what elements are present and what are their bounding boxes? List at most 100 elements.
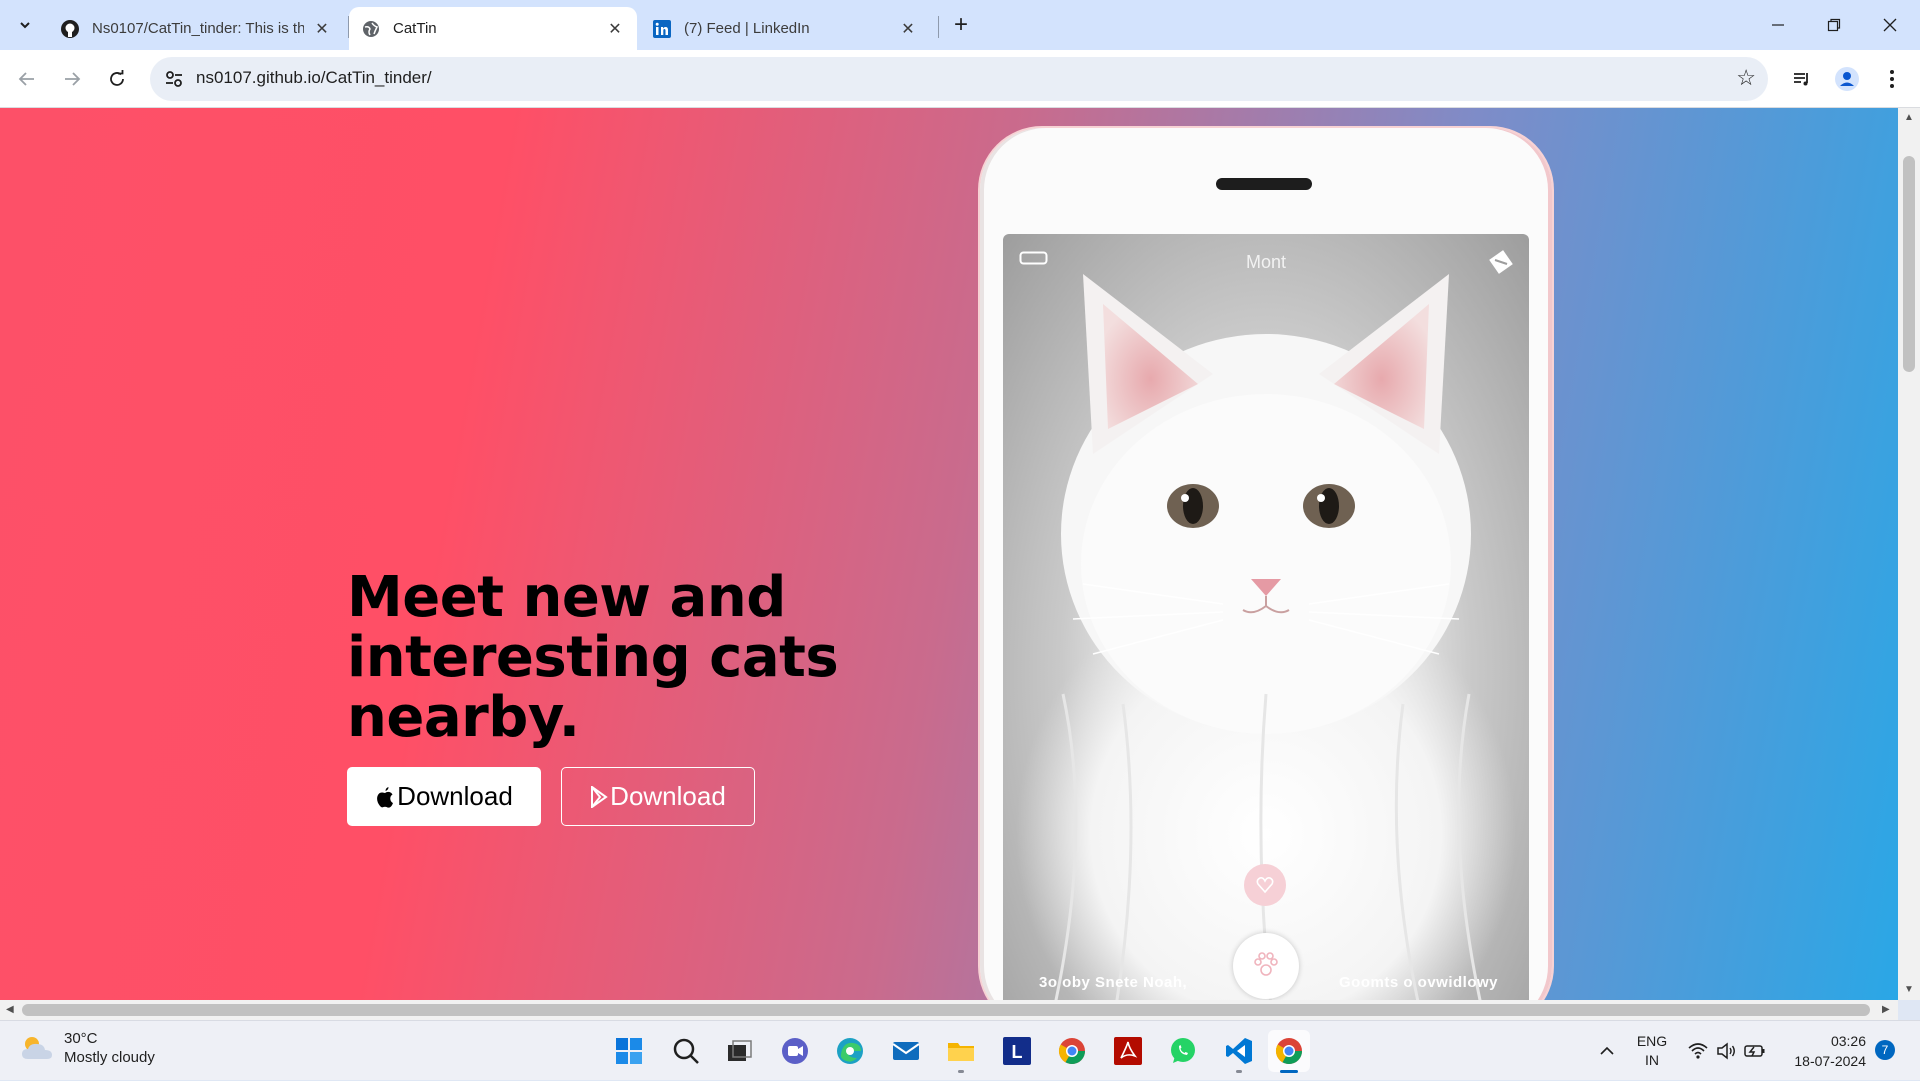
taskbar-search[interactable] bbox=[665, 1030, 707, 1072]
close-icon[interactable]: ✕ bbox=[898, 19, 918, 39]
whatsapp-icon bbox=[1171, 1038, 1195, 1063]
tab-title: CatTin bbox=[393, 20, 437, 37]
playlist-icon bbox=[1794, 73, 1808, 86]
hero-section: Meet new and interesting cats nearby. Do… bbox=[0, 108, 1898, 1000]
phone-speaker bbox=[1216, 178, 1312, 190]
avatar-icon bbox=[1835, 67, 1859, 91]
back-button[interactable] bbox=[10, 62, 44, 96]
diamond-icon[interactable] bbox=[1487, 248, 1515, 276]
weather-condition: Mostly cloudy bbox=[64, 1049, 155, 1066]
vscode-icon bbox=[1226, 1038, 1252, 1064]
reload-icon bbox=[110, 70, 124, 86]
vertical-scrollbar[interactable]: ▲ ▼ bbox=[1898, 108, 1920, 1000]
linkedin-icon bbox=[652, 19, 672, 39]
file-explorer-icon bbox=[948, 1043, 974, 1061]
chrome-button[interactable] bbox=[1051, 1030, 1093, 1072]
ios-download-button[interactable]: Download bbox=[347, 767, 541, 826]
scroll-up-icon[interactable]: ▲ bbox=[1904, 112, 1914, 123]
task-view-button[interactable] bbox=[718, 1030, 760, 1072]
wifi-icon bbox=[1688, 1043, 1708, 1059]
browser-toolbar: ns0107.github.io/CatTin_tinder/ ☆ bbox=[0, 50, 1920, 108]
phone-mockup: Mont 3o oby Snete Noah, Goomts o ovwidlo… bbox=[980, 128, 1552, 1000]
caption-left: 3o oby Snete Noah, bbox=[1039, 974, 1188, 991]
scroll-right-icon[interactable]: ▶ bbox=[1882, 1004, 1890, 1015]
android-download-button[interactable]: Download bbox=[561, 767, 755, 826]
minimize-icon bbox=[1772, 24, 1784, 26]
clock-time: 03:26 bbox=[1830, 1033, 1866, 1049]
new-tab-button[interactable]: + bbox=[946, 10, 976, 40]
l-app-button[interactable]: L bbox=[996, 1030, 1038, 1072]
battery-charging-icon bbox=[1744, 1045, 1765, 1057]
profile-button[interactable] bbox=[1831, 63, 1863, 95]
paw-action-button[interactable] bbox=[1233, 933, 1299, 999]
vscode-button[interactable] bbox=[1218, 1030, 1260, 1073]
language-indicator[interactable]: ENG IN bbox=[1634, 1021, 1670, 1081]
android-download-label: Download bbox=[610, 781, 726, 811]
mail-button[interactable] bbox=[885, 1030, 927, 1072]
acrobat-button[interactable] bbox=[1107, 1030, 1149, 1072]
notification-badge[interactable]: 7 bbox=[1875, 1040, 1895, 1060]
globe-icon bbox=[361, 19, 381, 39]
restore-icon bbox=[1827, 18, 1841, 32]
tab-search-button[interactable] bbox=[10, 10, 40, 40]
chrome-active-icon bbox=[1275, 1038, 1303, 1065]
edge-button[interactable] bbox=[829, 1030, 871, 1072]
menu-button[interactable] bbox=[1876, 63, 1908, 95]
mail-icon bbox=[892, 1042, 920, 1060]
edge-icon bbox=[837, 1038, 863, 1064]
region-code: IN bbox=[1645, 1052, 1659, 1068]
site-settings-icon[interactable] bbox=[162, 67, 186, 91]
start-button[interactable] bbox=[608, 1030, 650, 1072]
horizontal-scrollbar[interactable]: ◀ ▶ bbox=[0, 1000, 1898, 1020]
minimize-button[interactable] bbox=[1750, 0, 1806, 50]
close-icon[interactable]: ✕ bbox=[312, 19, 332, 39]
tab-cattin[interactable]: CatTin ✕ bbox=[349, 7, 637, 50]
horizontal-scroll-thumb[interactable] bbox=[22, 1004, 1870, 1016]
close-window-button[interactable] bbox=[1862, 0, 1918, 50]
arrow-left-icon bbox=[18, 72, 34, 86]
phone-screen: Mont 3o oby Snete Noah, Goomts o ovwidlo… bbox=[1003, 234, 1529, 1000]
reload-button[interactable] bbox=[100, 62, 134, 96]
search-icon bbox=[673, 1038, 699, 1064]
forward-button[interactable] bbox=[55, 62, 89, 96]
scroll-left-icon[interactable]: ◀ bbox=[6, 1004, 14, 1015]
google-play-icon bbox=[591, 785, 608, 808]
url-text[interactable]: ns0107.github.io/CatTin_tinder/ bbox=[196, 68, 432, 88]
restore-button[interactable] bbox=[1806, 0, 1862, 50]
weather-widget[interactable]: 30°C Mostly cloudy bbox=[20, 1029, 155, 1067]
acrobat-icon bbox=[1114, 1037, 1142, 1065]
hero-headline: Meet new and interesting cats nearby. bbox=[347, 565, 839, 750]
vertical-scroll-thumb[interactable] bbox=[1903, 156, 1915, 372]
clock-date: 18-07-2024 bbox=[1794, 1053, 1866, 1069]
tab-github[interactable]: Ns0107/CatTin_tinder: This is th ✕ bbox=[48, 7, 344, 50]
teams-button[interactable] bbox=[774, 1030, 816, 1072]
chrome-active-button[interactable] bbox=[1268, 1030, 1310, 1073]
chrome-icon bbox=[1058, 1038, 1086, 1065]
heart-icon bbox=[1256, 877, 1274, 894]
l-app-icon: L bbox=[1003, 1037, 1031, 1065]
caption-right: Goomts o ovwidlowy bbox=[1339, 974, 1499, 991]
running-indicator bbox=[958, 1070, 964, 1073]
scroll-down-icon[interactable]: ▼ bbox=[1904, 984, 1914, 995]
media-controls-button[interactable] bbox=[1786, 63, 1818, 95]
like-button[interactable] bbox=[1244, 864, 1286, 906]
weather-temp: 30°C bbox=[64, 1030, 98, 1047]
show-hidden-icons-button[interactable] bbox=[1598, 1021, 1616, 1081]
svg-text:L: L bbox=[1012, 1042, 1023, 1062]
close-icon[interactable]: ✕ bbox=[605, 19, 625, 39]
paw-icon bbox=[1254, 952, 1278, 976]
github-icon bbox=[60, 19, 80, 39]
task-view-icon bbox=[728, 1040, 752, 1061]
system-tray-status[interactable] bbox=[1688, 1021, 1766, 1081]
close-icon bbox=[1883, 18, 1897, 32]
file-explorer-button[interactable] bbox=[940, 1030, 982, 1073]
ios-download-label: Download bbox=[397, 781, 513, 811]
whatsapp-button[interactable] bbox=[1162, 1030, 1204, 1072]
clock[interactable]: 03:26 18-07-2024 bbox=[1786, 1031, 1866, 1071]
tab-title: (7) Feed | LinkedIn bbox=[684, 20, 810, 37]
bookmark-star-icon[interactable]: ☆ bbox=[1736, 65, 1756, 91]
tab-linkedin[interactable]: (7) Feed | LinkedIn ✕ bbox=[640, 7, 930, 50]
screen-header: Mont bbox=[1003, 234, 1529, 288]
address-bar[interactable]: ns0107.github.io/CatTin_tinder/ ☆ bbox=[150, 57, 1768, 101]
chevron-down-icon bbox=[20, 22, 30, 29]
